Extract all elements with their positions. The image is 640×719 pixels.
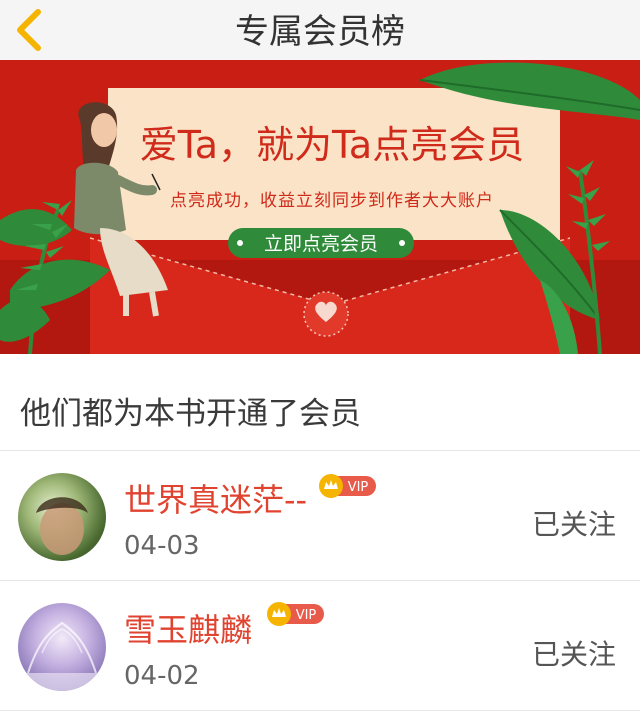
promo-banner[interactable]: 爱Ta，就为Ta点亮会员 点亮成功，收益立刻同步到作者大大账户 立即点亮会员	[0, 60, 640, 354]
member-date: 04-02	[124, 661, 200, 691]
svg-text:VIP: VIP	[296, 608, 317, 623]
member-date: 04-03	[124, 531, 200, 561]
member-row[interactable]: 雪玉麒麟 VIP 04-02 已关注	[0, 581, 640, 709]
member-name[interactable]: 世界真迷茫--	[124, 475, 307, 521]
member-name[interactable]: 雪玉麒麟	[124, 605, 252, 651]
vip-badge: VIP	[318, 473, 378, 499]
member-row[interactable]: 世界真迷茫-- VIP 04-03 已关注	[0, 451, 640, 579]
banner-headline: 爱Ta，就为Ta点亮会员	[140, 123, 524, 167]
light-up-membership-button[interactable]: 立即点亮会员	[228, 228, 414, 258]
vip-badge: VIP	[266, 601, 326, 627]
divider	[0, 710, 640, 711]
page-title: 专属会员榜	[235, 12, 405, 52]
followed-button[interactable]: 已关注	[532, 633, 616, 673]
banner-subtext: 点亮成功，收益立刻同步到作者大大账户	[170, 191, 494, 211]
svg-text:VIP: VIP	[348, 480, 369, 495]
followed-button[interactable]: 已关注	[532, 503, 616, 543]
avatar[interactable]	[18, 603, 106, 691]
avatar[interactable]	[18, 473, 106, 561]
top-bar: 专属会员榜	[0, 0, 640, 60]
button-label: 立即点亮会员	[264, 233, 378, 255]
section-title: 他们都为本书开通了会员	[20, 396, 361, 432]
